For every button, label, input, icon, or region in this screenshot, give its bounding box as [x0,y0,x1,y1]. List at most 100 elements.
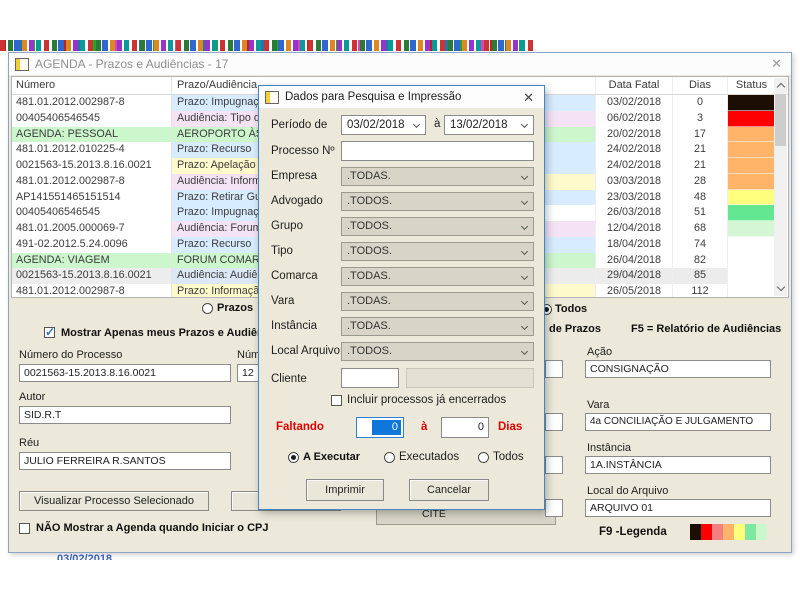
combobox-grupo[interactable]: .TODOS. [341,217,534,236]
show-mine-checkbox[interactable] [44,327,55,338]
combobox-instância[interactable]: .TODAS. [341,317,534,336]
cell-data-fatal: 26/04/2018 [595,253,672,269]
column-header-status[interactable]: Status [727,77,775,94]
local-arquivo-field[interactable]: ARQUIVO 01 [585,499,771,517]
column-header-numero[interactable]: Número [12,77,172,94]
numero-processo-field[interactable]: 0021563-15.2013.8.16.0021 [19,364,231,382]
radio-a-executar[interactable] [288,452,299,463]
reu-field[interactable]: JULIO FERREIRA R.SANTOS [19,452,231,470]
periodo-a-label: à [434,118,440,130]
acao-field[interactable]: CONSIGNAÇÃO [585,360,771,378]
status-cell [727,111,775,127]
chevron-down-icon [521,298,528,305]
faltando-label: Faltando [276,421,324,433]
cell-dias: 68 [672,221,727,237]
radio-todos-dialog[interactable] [478,452,489,463]
cell-dias: 74 [672,237,727,253]
legend-color-swatch [756,524,767,540]
autor-field[interactable]: SID.R.T [19,406,231,424]
cell-numero: AP141551465151514 [12,190,172,206]
table-scrollbar[interactable] [774,78,787,296]
chevron-down-icon [521,273,528,280]
close-icon[interactable]: ✕ [771,55,782,73]
status-cell [727,174,775,190]
processo-label: Processo Nº [271,145,335,157]
covered-field-fragment[interactable] [545,413,563,431]
cell-dias: 17 [672,127,727,143]
instancia-field[interactable]: 1A.INSTÂNCIA [585,456,771,474]
cell-numero: AGENDA: PESSOAL [12,127,172,143]
cell-data-fatal: 18/04/2018 [595,237,672,253]
cell-numero: 481.01.2005.000069-7 [12,221,172,237]
dialog-titlebar: Dados para Pesquisa e Impressão [259,86,544,108]
cell-data-fatal: 20/02/2018 [595,127,672,143]
incluir-encerrados-checkbox[interactable] [331,395,342,406]
periodo-to-combobox[interactable]: 13/02/2018 [444,115,534,135]
scroll-up-icon[interactable] [774,78,787,92]
combobox-local-arquivo[interactable]: .TODOS. [341,342,534,361]
cell-dias: 85 [672,268,727,284]
combobox-comarca[interactable]: .TODAS. [341,267,534,286]
status-cell [727,142,775,158]
scrollbar-thumb[interactable] [775,94,786,146]
faltando-from-input[interactable]: 0 [356,417,404,438]
legend-label: F9 -Legenda [599,526,667,538]
nao-mostrar-label: NÃO Mostrar a Agenda quando Iniciar o CP… [36,522,268,534]
combobox-vara[interactable]: .TODAS. [341,292,534,311]
radio-prazos-label: Prazos [217,302,253,314]
cell-data-fatal: 24/02/2018 [595,142,672,158]
radio-executados[interactable] [384,452,395,463]
combo-label-vara: Vara [271,295,294,307]
periodo-from-combobox[interactable]: 03/02/2018 [341,115,426,135]
combo-label-local-arquivo: Local Arquivo [271,345,340,357]
dialog-icon [265,91,279,104]
chevron-down-icon [521,348,528,355]
covered-field-fragment[interactable] [545,456,563,474]
legend-color-swatch [712,524,723,540]
covered-field-fragment[interactable] [545,499,563,517]
cell-dias: 82 [672,253,727,269]
cell-numero: 00405406546545 [12,111,172,127]
chevron-down-icon [521,173,528,180]
status-cell [727,253,775,269]
cell-numero: 0021563-15.2013.8.16.0021 [12,158,172,174]
column-header-dias[interactable]: Dias [672,77,727,94]
cancelar-button[interactable]: Cancelar [409,479,489,501]
cell-numero: 491-02.2012.5.24.0096 [12,237,172,253]
status-cell [727,158,775,174]
visualizar-processo-button[interactable]: Visualizar Processo Selecionado [19,491,209,511]
main-window-title: AGENDA - Prazos e Audiências - 17 [35,57,228,71]
main-titlebar: AGENDA - Prazos e Audiências - 17 [9,53,791,75]
incluir-encerrados-label: Incluir processos já encerrados [347,394,506,406]
imprimir-button[interactable]: Imprimir [306,479,384,501]
chevron-down-icon [521,198,528,205]
cliente-code-input[interactable] [341,368,399,388]
vara-field[interactable]: 4a CONCILIAÇÃO E JULGAMENTO [585,413,771,431]
legend-color-swatch [734,524,745,540]
dialog-close-icon[interactable]: ✕ [523,89,534,107]
combo-label-instância: Instância [271,320,317,332]
cell-numero: 481.01.2012.002987-8 [12,284,172,298]
combobox-empresa[interactable]: .TODAS. [341,167,534,186]
radio-executados-label: Executados [399,451,459,463]
scroll-down-icon[interactable] [774,282,787,296]
radio-prazos[interactable] [202,303,213,314]
bottom-date: 03/02/2018 [57,553,112,560]
cell-data-fatal: 12/04/2018 [595,221,672,237]
legend-color-swatch [701,524,712,540]
cliente-name-input[interactable] [406,368,534,388]
status-cell [727,205,775,221]
reu-label: Réu [19,437,39,449]
column-header-data-fatal[interactable]: Data Fatal [595,77,672,94]
agenda-app-icon [15,58,29,71]
selected-text: 0 [372,420,401,435]
radio-todos-dialog-label: Todos [493,451,524,463]
faltando-to-input[interactable]: 0 [441,417,489,438]
covered-field-fragment[interactable] [545,360,563,378]
nao-mostrar-checkbox[interactable] [19,523,30,534]
cell-data-fatal: 03/03/2018 [595,174,672,190]
cell-data-fatal: 26/03/2018 [595,205,672,221]
combobox-advogado[interactable]: .TODOS. [341,192,534,211]
combobox-tipo[interactable]: .TODOS. [341,242,534,261]
processo-input[interactable] [341,141,534,161]
